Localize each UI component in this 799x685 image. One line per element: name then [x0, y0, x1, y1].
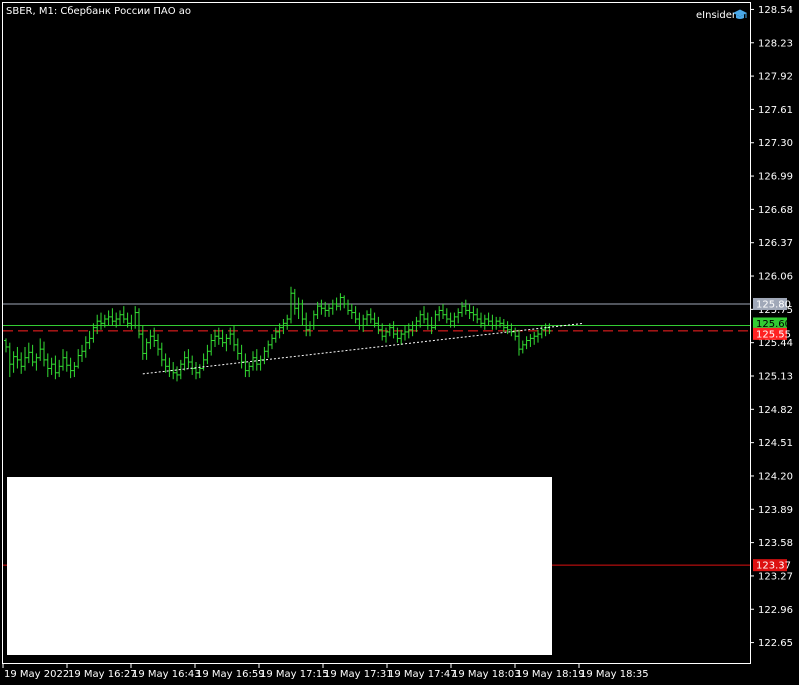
- price-chart[interactable]: 128.54 128.23 127.92 127.61 127.30 126.99 126.…: [0, 0, 799, 685]
- y-tick-label: 127.92: [758, 72, 793, 83]
- price-tag-label: 125.80: [756, 299, 791, 310]
- y-tick-label: 124.51: [758, 438, 793, 449]
- x-tick-label: 19 May 2022: [4, 669, 69, 680]
- x-tick-label: 19 May 16:27: [68, 669, 137, 680]
- price-tag-low_level: 123.37: [753, 559, 791, 572]
- x-tick-label: 19 May 18:19: [516, 669, 585, 680]
- price-tag-label: 123.37: [756, 561, 791, 572]
- y-tick-label: 122.65: [758, 638, 793, 649]
- y-tick-label: 125.13: [758, 371, 793, 382]
- x-tick-label: 19 May 18:35: [580, 669, 649, 680]
- price-tag-label: 125.55: [756, 329, 791, 340]
- einsider-label[interactable]: eInsider: [696, 10, 737, 21]
- y-tick-label: 124.82: [758, 405, 793, 416]
- y-tick-label: 126.99: [758, 172, 793, 183]
- x-tick-label: 19 May 18:03: [452, 669, 521, 680]
- y-tick-label: 126.68: [758, 205, 793, 216]
- y-tick-label: 123.27: [758, 571, 793, 582]
- y-tick-label: 123.58: [758, 538, 793, 549]
- symbol-title: SBER, M1: Сбербанк России ПАО ао: [6, 6, 191, 17]
- y-tick-label: 128.23: [758, 38, 793, 49]
- price-tag-ask: 125.55: [753, 327, 791, 340]
- x-tick-label: 19 May 17:47: [388, 669, 457, 680]
- y-tick-label: 126.37: [758, 238, 793, 249]
- y-tick-label: 126.06: [758, 272, 793, 283]
- y-tick-label: 123.89: [758, 505, 793, 516]
- y-tick-label: 124.20: [758, 471, 793, 482]
- x-tick-label: 19 May 16:43: [132, 669, 201, 680]
- x-tick-label: 19 May 17:31: [324, 669, 393, 680]
- price-tag-level: 125.80: [753, 297, 791, 310]
- y-tick-label: 122.96: [758, 605, 793, 616]
- x-tick-label: 19 May 17:15: [260, 669, 329, 680]
- x-tick-label: 19 May 16:59: [196, 669, 265, 680]
- overlay-panel: [7, 477, 552, 655]
- y-tick-label: 127.61: [758, 105, 793, 116]
- y-tick-label: 128.54: [758, 5, 793, 16]
- y-tick-label: 127.30: [758, 138, 793, 149]
